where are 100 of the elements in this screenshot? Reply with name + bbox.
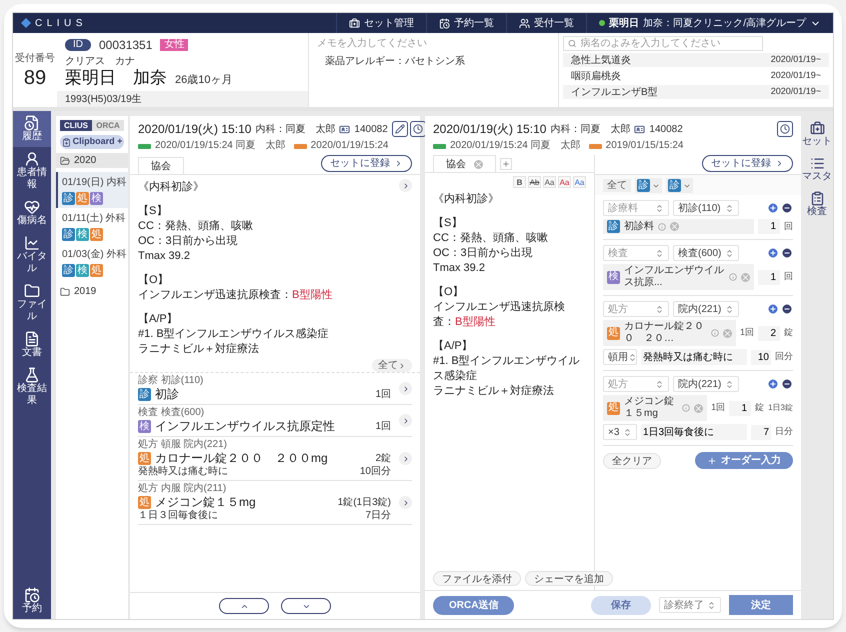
days-field[interactable]: 7 (751, 424, 771, 440)
person-icon (24, 151, 40, 167)
remove-icon[interactable] (781, 247, 793, 259)
nav-button[interactable]: 受付一覧 (506, 13, 586, 33)
memo-field[interactable]: メモを入力してください (317, 36, 550, 50)
info-icon (658, 222, 666, 230)
format-button[interactable]: Aa (543, 176, 556, 188)
category-tag: 処 (76, 192, 89, 205)
order-days: 10回分 (360, 466, 391, 478)
history-button[interactable] (777, 121, 793, 137)
user-name: 栗明日 (609, 16, 640, 30)
format-button[interactable]: Ab (528, 176, 541, 188)
show-all-button[interactable]: 全て (372, 359, 412, 372)
order-category: 診察 初診(110) (138, 375, 204, 387)
rail-item[interactable]: マスタ (802, 156, 832, 183)
remove-icon[interactable] (781, 378, 793, 390)
timestamp: 2020/01/19/15:24 同夏 太郎 (155, 140, 286, 152)
usage-select[interactable]: 頓用 (603, 349, 637, 365)
year-row[interactable]: 2019 (56, 284, 128, 299)
order-instruction: 発熱時又は痛む時に (138, 466, 228, 478)
group-select[interactable]: 院内(221) (673, 301, 739, 317)
group-select[interactable]: 検査(600) (673, 245, 739, 261)
folder-icon (60, 156, 70, 166)
unit-label: 錠 (755, 401, 764, 414)
add-tab-button[interactable] (500, 158, 512, 170)
dose-label: 1回 (711, 401, 726, 414)
sidebar-item[interactable]: バイタル (13, 231, 51, 279)
nav-button[interactable]: 予約一覧 (426, 13, 506, 33)
format-button[interactable]: B (513, 176, 526, 188)
category-tag: 処 (90, 228, 103, 241)
add-icon[interactable] (767, 378, 779, 390)
rail-item[interactable]: セット (802, 121, 832, 148)
rail-item[interactable]: 検査 (807, 191, 827, 218)
clipboard-icon (810, 191, 824, 206)
add-icon[interactable] (767, 202, 779, 214)
note-line: CC：発熱、頭痛、咳嗽 (138, 219, 254, 234)
attach-button[interactable]: シェーマを追加 (525, 571, 613, 586)
quantity-field[interactable]: 2 (758, 326, 780, 340)
register-set-button[interactable]: セットに登録 (702, 155, 793, 172)
order-detail-button[interactable] (399, 382, 412, 395)
type-filter-dropdown[interactable]: 診 (635, 178, 662, 193)
disease-row[interactable]: 急性上気道炎 2020/01/19~ (563, 53, 829, 67)
expand-button[interactable] (399, 179, 412, 192)
sidebar-item[interactable]: 患者情報 (13, 147, 51, 195)
visit-item[interactable]: 01/03(金) 外科 診 検 処 (56, 244, 128, 280)
type-filter-dropdown[interactable]: 診 (666, 178, 693, 193)
register-set-button[interactable]: セットに登録 (321, 155, 412, 172)
year-row[interactable]: 2020 (56, 153, 128, 168)
add-icon[interactable] (767, 303, 779, 315)
source-tab[interactable]: CLIUS (60, 120, 92, 131)
status-select[interactable]: 診察終了 (659, 597, 721, 613)
sidebar-item[interactable]: ファイル (13, 279, 51, 327)
filter-all-button[interactable]: 全て (603, 179, 631, 192)
quantity-field[interactable]: 1 (758, 219, 780, 234)
info-icon (729, 273, 737, 281)
chevron-right-icon (394, 159, 403, 168)
sidebar-item[interactable]: 傷病名 (13, 195, 51, 231)
days-field[interactable]: 10 (751, 350, 771, 364)
note-line: #1. B型インフルエンザウイルス感染症 (433, 354, 581, 384)
order-detail-button[interactable] (399, 452, 412, 465)
next-button[interactable] (281, 598, 331, 614)
sidebar-item[interactable]: 文書 (13, 327, 51, 363)
note-tab[interactable]: 協会 (138, 157, 184, 174)
instruction-field[interactable]: 発熱時又は痛む時に (641, 349, 747, 365)
clear-all-button[interactable]: 全クリア (603, 452, 661, 468)
note-line: Tmax 39.2 (138, 249, 191, 264)
format-button[interactable]: Aa (573, 176, 586, 188)
patient-kana: クリアス カナ (65, 55, 136, 68)
sidebar-item[interactable]: 履歴 (13, 111, 51, 147)
disease-search-field[interactable]: 病名のよみを入力してください (563, 36, 763, 51)
order-item-name: カロナール錠２００ ２０… (624, 321, 705, 345)
quantity-field[interactable]: 1 (758, 270, 780, 284)
category-tag: 診 (668, 179, 681, 192)
usage-select[interactable]: ×3 (603, 424, 637, 440)
order-detail-button[interactable] (399, 496, 412, 509)
flask-icon (24, 367, 40, 383)
clinic-name: 加奈：同夏クリニック/高津グループ (643, 16, 806, 30)
order-detail-button[interactable] (399, 414, 412, 427)
attach-button[interactable]: ファイルを添付 (433, 571, 521, 586)
sidebar-item[interactable]: 検査結果 (13, 363, 51, 411)
group-select[interactable]: 院内(221) (673, 376, 739, 392)
remove-icon[interactable] (781, 202, 793, 214)
remove-icon[interactable] (781, 303, 793, 315)
previous-button[interactable] (219, 598, 269, 614)
instruction-field[interactable]: 1日3回毎食後に (641, 424, 747, 440)
clipboard-button[interactable]: Clipboard + (60, 135, 124, 149)
quantity-field[interactable]: 1 (729, 400, 752, 416)
patient-name: 栗明日 加奈 (65, 68, 167, 88)
format-button[interactable]: Aa (558, 176, 571, 188)
edit-button[interactable] (392, 121, 408, 137)
disease-row[interactable]: インフルエンザB型 2020/01/19~ (563, 85, 829, 99)
updown-icon (707, 600, 716, 610)
add-icon[interactable] (767, 247, 779, 259)
nav-button[interactable]: セット管理 (336, 13, 426, 33)
sidebar-item[interactable]: 予約 (13, 583, 51, 619)
visit-item[interactable]: 01/19(日) 内科 診 処 検 (56, 172, 128, 208)
patient-age: 26歳10ヶ月 (175, 73, 232, 88)
visit-item[interactable]: 01/11(土) 外科 診 検 処 (56, 208, 128, 244)
group-select[interactable]: 初診(110) (673, 200, 739, 216)
note-tab[interactable]: 協会 (433, 155, 496, 172)
